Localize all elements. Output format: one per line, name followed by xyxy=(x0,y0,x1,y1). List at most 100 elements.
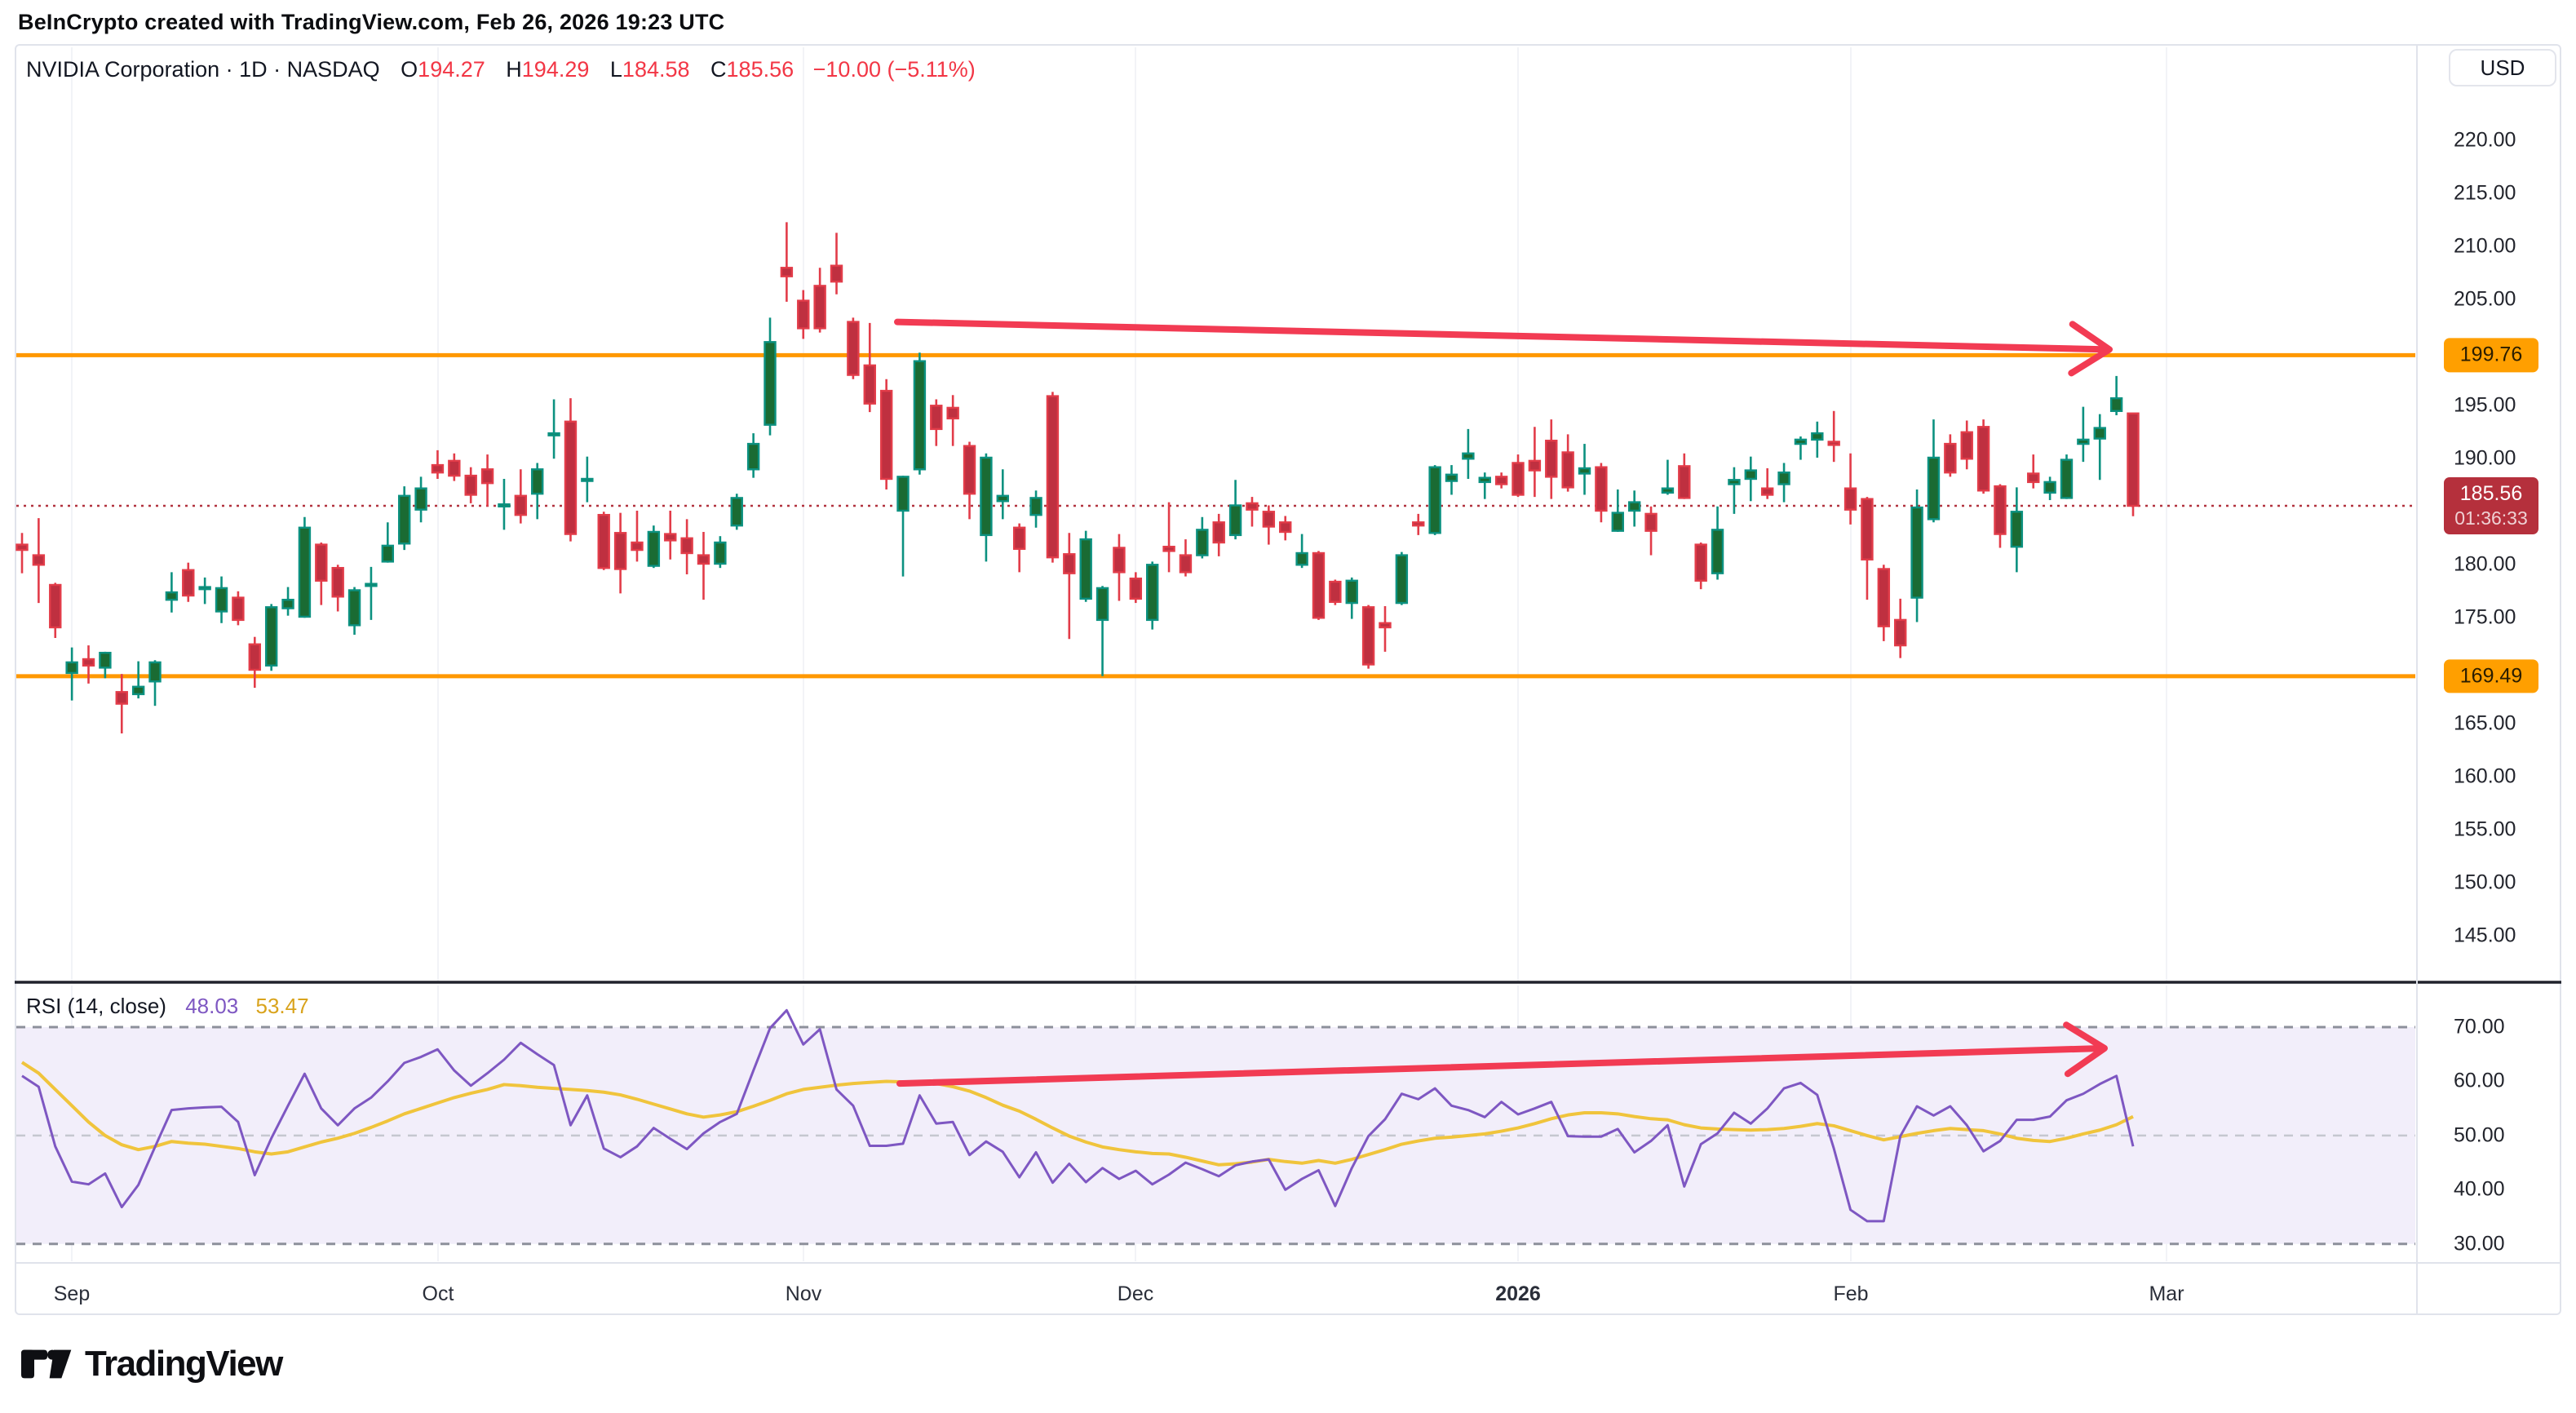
candle-body xyxy=(1379,623,1390,627)
candle-body xyxy=(682,538,693,553)
candle-body xyxy=(365,584,376,587)
candle-body xyxy=(781,268,792,276)
candle-body xyxy=(1596,467,1606,511)
candle-body xyxy=(1829,441,1839,445)
candle-body xyxy=(33,556,44,565)
candle-body xyxy=(980,458,991,535)
time-tick-label-nov: Nov xyxy=(786,1282,821,1306)
candle-body xyxy=(150,662,161,681)
candle-body xyxy=(1164,547,1175,551)
candle-body xyxy=(765,342,776,424)
trend-arrow-shaft[interactable] xyxy=(897,322,2103,350)
open-value: 194.27 xyxy=(418,57,485,82)
tradingview-logo-icon xyxy=(21,1343,73,1385)
candle-body xyxy=(1496,476,1507,484)
high-label: H xyxy=(506,57,522,82)
candle-body xyxy=(2028,473,2038,481)
rsi-tick-label: 60.00 xyxy=(2454,1070,2560,1093)
high-value: 194.29 xyxy=(522,57,590,82)
candle-body xyxy=(1180,556,1191,573)
candle-body xyxy=(183,570,193,596)
time-tick-label-feb: Feb xyxy=(1833,1282,1868,1306)
time-tick-label-sep: Sep xyxy=(54,1282,90,1306)
candle-body xyxy=(266,607,277,666)
candle-body xyxy=(299,528,310,617)
candle-body xyxy=(1480,478,1490,482)
last-price-badge: 185.56 01:36:33 xyxy=(2444,477,2538,534)
candle-body xyxy=(1330,582,1340,602)
candle-body xyxy=(1978,427,1989,490)
candle-body xyxy=(1463,454,1473,459)
candle-body xyxy=(432,465,443,472)
candle-body xyxy=(2078,440,2088,444)
candle-body xyxy=(2012,512,2022,547)
candle-body xyxy=(283,600,294,608)
candle-body xyxy=(1861,499,1872,560)
candle-body xyxy=(250,644,260,670)
price-tick-label: 180.00 xyxy=(2454,553,2560,577)
countdown-timer: 01:36:33 xyxy=(2444,507,2538,530)
candle-body xyxy=(748,444,759,469)
candle-body xyxy=(316,545,326,581)
candle-body xyxy=(416,489,427,510)
price-tick-label: 195.00 xyxy=(2454,394,2560,418)
currency-button[interactable]: USD xyxy=(2449,49,2556,86)
candle-body xyxy=(648,532,659,566)
candle-body xyxy=(698,556,709,564)
candle-body xyxy=(1214,522,1224,543)
tradingview-logo-text: TradingView xyxy=(85,1344,282,1384)
candle-body xyxy=(1064,554,1074,573)
candle-body xyxy=(815,286,825,328)
time-tick-label-oct: Oct xyxy=(423,1282,454,1306)
price-tick-label: 150.00 xyxy=(2454,871,2560,895)
candle-body xyxy=(516,496,526,515)
candle-body xyxy=(216,588,227,612)
candle-body xyxy=(1795,440,1806,444)
candle-body xyxy=(1264,512,1274,526)
candle-body xyxy=(565,422,576,534)
price-tick-label: 165.00 xyxy=(2454,712,2560,736)
candle-body xyxy=(1662,489,1673,493)
symbol-legend: NVIDIA Corporation · 1D · NASDAQ O194.27… xyxy=(26,57,976,82)
candle-body xyxy=(1297,553,1308,565)
candle-body xyxy=(1280,522,1290,532)
candle-body xyxy=(1014,528,1025,549)
change-value: −10.00 (−5.11%) xyxy=(813,57,976,82)
candle-body xyxy=(1912,507,1923,598)
chart-canvas[interactable] xyxy=(0,0,2576,1413)
price-tick-label: 205.00 xyxy=(2454,288,2560,312)
rsi-tick-label: 30.00 xyxy=(2454,1232,2560,1256)
candle-body xyxy=(582,479,592,481)
candle-body xyxy=(964,446,975,494)
candle-body xyxy=(1696,545,1706,581)
candle-body xyxy=(1513,463,1524,494)
candle-body xyxy=(1646,514,1657,531)
candle-body xyxy=(848,322,858,375)
candle-body xyxy=(1994,486,2005,534)
candle-body xyxy=(998,496,1008,502)
candle-body xyxy=(715,543,725,564)
rsi-tick-label: 70.00 xyxy=(2454,1016,2560,1039)
tradingview-logo[interactable]: TradingView xyxy=(21,1343,282,1385)
rsi-tick-label: 50.00 xyxy=(2454,1123,2560,1147)
candle-body xyxy=(865,365,875,404)
candle-body xyxy=(2111,398,2122,411)
candle-body xyxy=(1712,529,1723,573)
candle-body xyxy=(1413,522,1423,525)
time-tick-label-dec: Dec xyxy=(1118,1282,1153,1306)
candle-body xyxy=(1563,452,1573,487)
candle-body xyxy=(881,391,892,479)
support-price-badge: 169.49 xyxy=(2444,659,2538,693)
candle-body xyxy=(200,587,210,590)
price-tick-label: 160.00 xyxy=(2454,765,2560,789)
low-label: L xyxy=(610,57,622,82)
candle-body xyxy=(1347,581,1357,603)
candle-body xyxy=(732,498,742,525)
candle-body xyxy=(449,461,459,476)
candle-body xyxy=(133,687,144,694)
candle-body xyxy=(232,598,243,620)
candle-body xyxy=(1746,471,1756,479)
candle-body xyxy=(931,405,941,429)
candle-body xyxy=(1879,569,1889,626)
candle-body xyxy=(1928,458,1939,519)
